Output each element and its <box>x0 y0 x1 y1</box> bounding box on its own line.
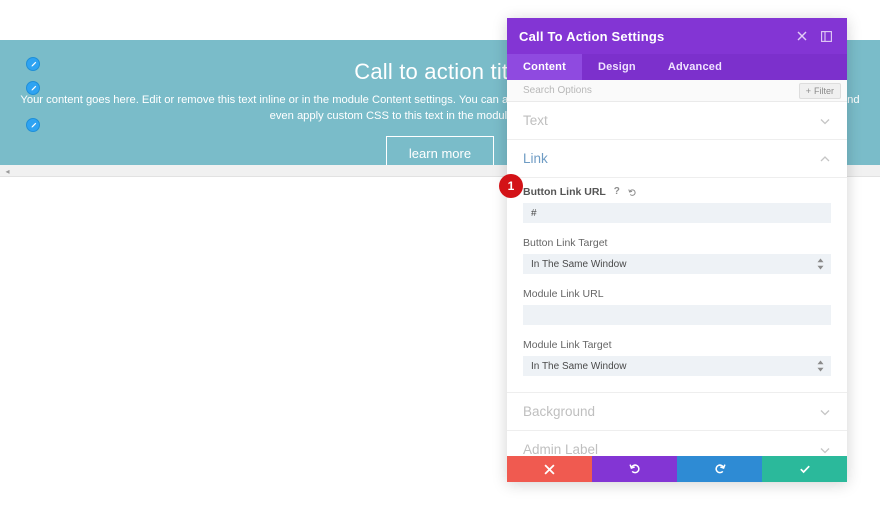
call-to-action-settings-panel: Call To Action Settings Content Design A… <box>507 18 847 482</box>
search-bar: Search Options + Filter <box>507 80 847 102</box>
button-link-target-value: In The Same Window <box>531 258 627 270</box>
select-updown-arrows-icon <box>817 360 824 372</box>
section-link-header[interactable]: Link <box>507 140 847 178</box>
tab-advanced[interactable]: Advanced <box>652 54 738 80</box>
module-link-url-label: Module Link URL <box>523 288 604 300</box>
button-link-target-label: Button Link Target <box>523 237 608 249</box>
panel-body: Text Link Button Link URL ? # Button Lin… <box>507 102 847 456</box>
cancel-button[interactable] <box>507 456 592 482</box>
module-link-url-input[interactable] <box>523 305 831 325</box>
module-link-target-value: In The Same Window <box>531 360 627 372</box>
module-link-target-label: Module Link Target <box>523 339 612 351</box>
panel-footer <box>507 456 847 482</box>
scroll-left-arrow-icon[interactable]: ◂ <box>3 167 12 176</box>
search-options-input[interactable]: Search Options <box>523 85 799 96</box>
button-link-url-input[interactable]: # <box>523 203 831 223</box>
section-background-label: Background <box>523 404 596 419</box>
panel-header: Call To Action Settings <box>507 18 847 54</box>
undo-reset-icon[interactable] <box>628 187 638 197</box>
help-question-icon[interactable]: ? <box>612 187 622 197</box>
panel-title: Call To Action Settings <box>519 28 665 44</box>
plus-icon: + <box>805 85 811 96</box>
filter-label: Filter <box>814 85 834 96</box>
step-number-badge: 1 <box>499 174 523 198</box>
save-button[interactable] <box>762 456 847 482</box>
chevron-down-icon <box>819 115 831 127</box>
field-module-link-url: Module Link URL <box>523 288 831 325</box>
button-link-url-label: Button Link URL <box>523 186 606 198</box>
button-link-url-label-row: Button Link URL ? <box>523 186 831 198</box>
field-button-link-target: Button Link Target In The Same Window <box>523 237 831 274</box>
section-link-label: Link <box>523 151 548 166</box>
close-icon[interactable] <box>793 27 811 45</box>
section-text-label: Text <box>523 113 548 128</box>
chevron-up-icon <box>819 153 831 165</box>
button-link-target-select[interactable]: In The Same Window <box>523 254 831 274</box>
chevron-down-icon <box>819 444 831 456</box>
pencil-edit-icon[interactable] <box>26 57 40 71</box>
section-admin-label-label: Admin Label <box>523 442 599 456</box>
tab-design[interactable]: Design <box>582 54 652 80</box>
section-text-header[interactable]: Text <box>507 102 847 140</box>
field-module-link-target: Module Link Target In The Same Window <box>523 339 831 376</box>
field-button-link-url: Button Link URL ? # <box>523 186 831 223</box>
section-admin-label-header[interactable]: Admin Label <box>507 431 847 456</box>
pencil-edit-icon[interactable] <box>26 118 40 132</box>
module-link-target-select[interactable]: In The Same Window <box>523 356 831 376</box>
tab-content[interactable]: Content <box>507 54 582 80</box>
panel-tabs: Content Design Advanced <box>507 54 847 80</box>
select-updown-arrows-icon <box>817 258 824 270</box>
chevron-down-icon <box>819 406 831 418</box>
redo-button[interactable] <box>677 456 762 482</box>
section-background-header[interactable]: Background <box>507 393 847 431</box>
pencil-edit-icon[interactable] <box>26 81 40 95</box>
undo-button[interactable] <box>592 456 677 482</box>
filter-button[interactable]: + Filter <box>798 82 841 99</box>
section-link-content: Button Link URL ? # Button Link Target I… <box>507 178 847 393</box>
page-root: Call to action title Your content goes h… <box>0 0 880 522</box>
panel-layout-icon[interactable] <box>817 27 835 45</box>
